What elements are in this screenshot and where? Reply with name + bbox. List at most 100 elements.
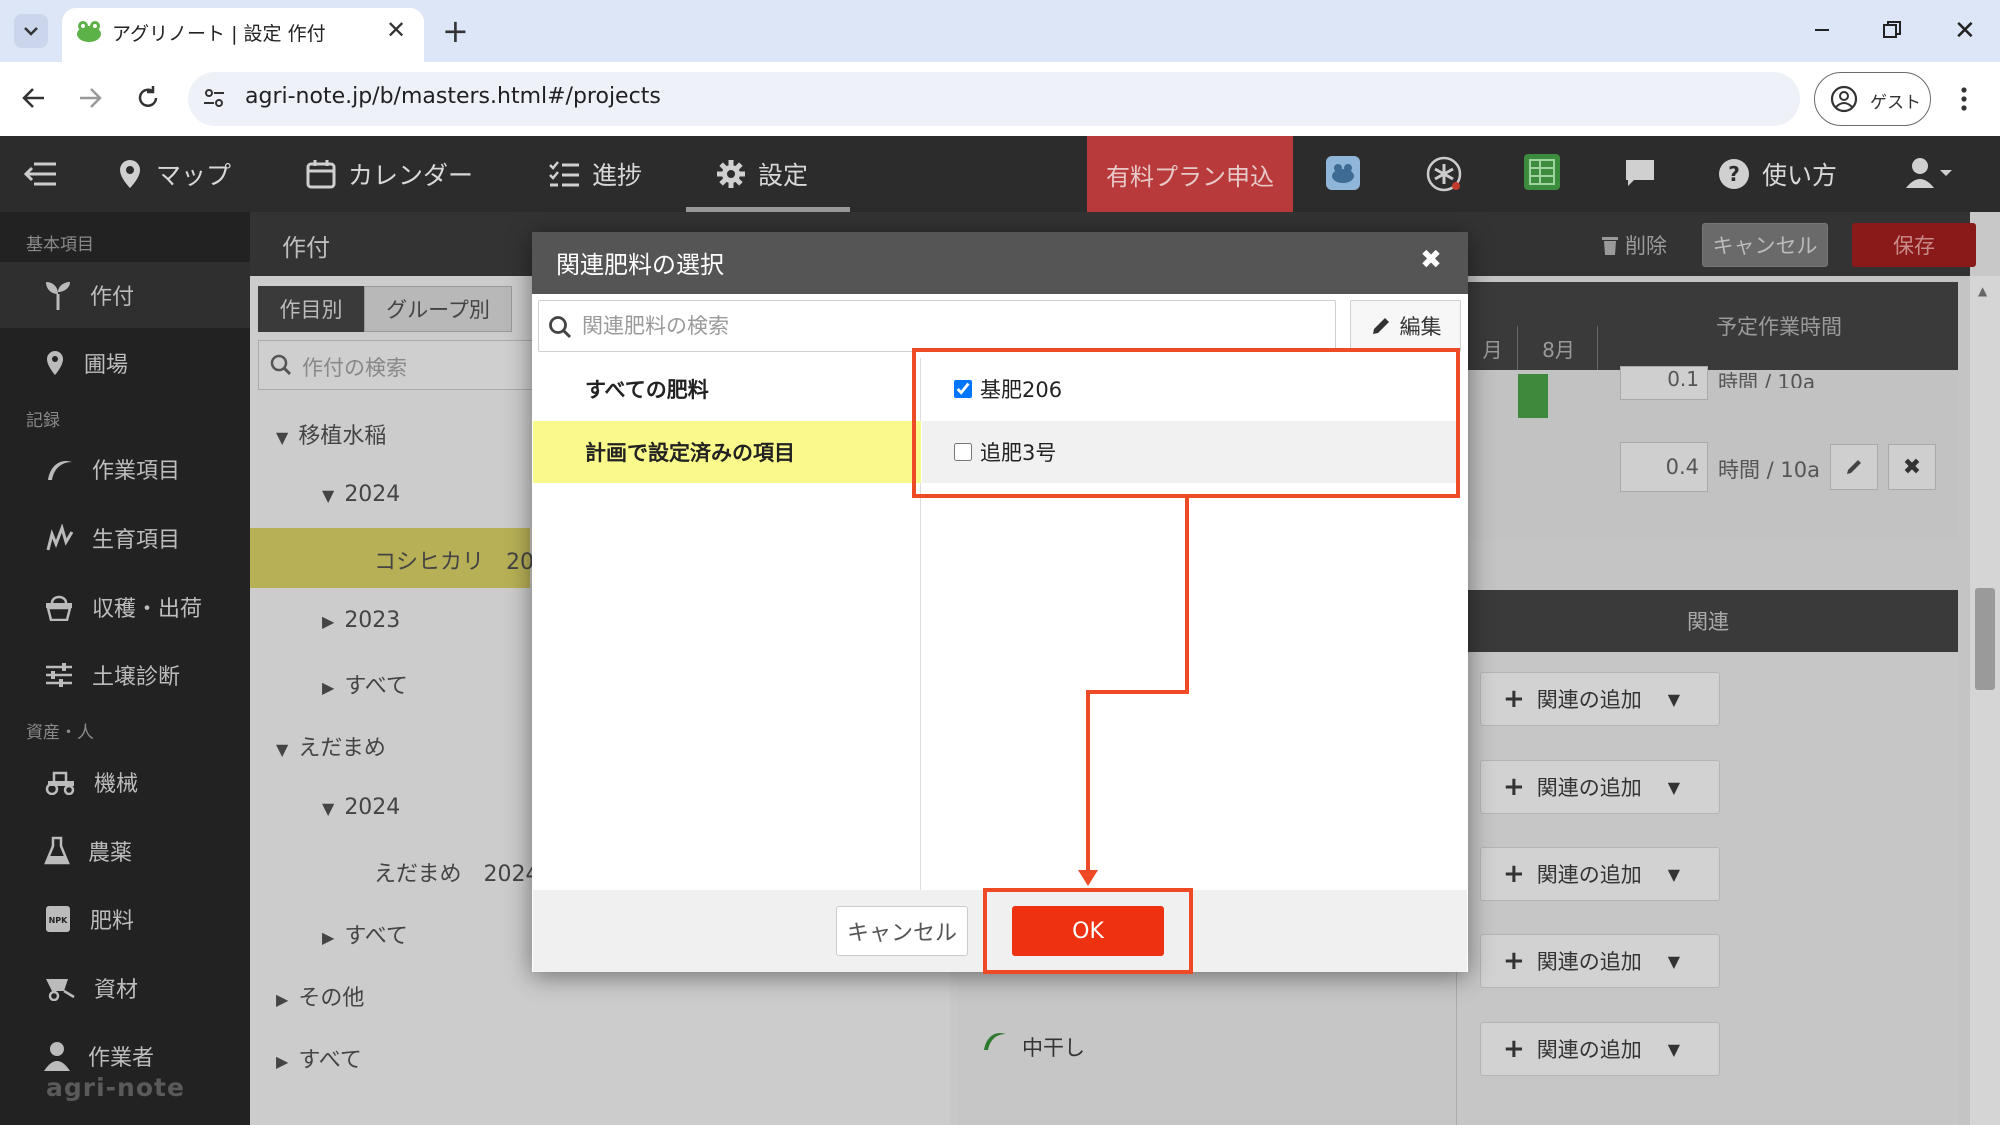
map-pin-icon <box>47 351 63 375</box>
reload-icon[interactable] <box>134 84 162 112</box>
sidebar-item-material-label: 資材 <box>94 978 139 1003</box>
sidebar-section-basic: 基本項目 <box>26 235 94 255</box>
crop-search-placeholder: 作付の検索 <box>302 356 407 380</box>
sickle-icon <box>980 1028 1008 1052</box>
basket-icon <box>46 595 72 621</box>
trash-icon <box>1602 237 1618 255</box>
month-partial-header: 月 <box>1468 326 1518 370</box>
sickle-icon <box>48 460 72 480</box>
delete-label: 削除 <box>1625 234 1667 258</box>
time-input-2[interactable]: 0.4 <box>1620 442 1708 492</box>
annotation-highlight-options <box>912 348 1460 498</box>
app-navbar <box>0 136 2000 212</box>
edit-button[interactable]: 編集 <box>1350 300 1461 352</box>
fertilizer-search-input[interactable] <box>582 304 1322 348</box>
sidebar-item-harvest[interactable]: 収穫・出荷 <box>0 574 250 640</box>
nav-progress-label: 進捗 <box>592 161 643 190</box>
category-all-fertilizers[interactable]: すべての肥料 <box>533 358 921 420</box>
tractor-icon <box>45 771 75 795</box>
sidebar-item-work[interactable]: 作業項目 <box>0 436 250 502</box>
brand-logo: agri-note <box>46 1073 185 1102</box>
scroll-up-arrow[interactable]: ▲ <box>1978 284 1987 298</box>
scrollbar-thumb[interactable] <box>1975 588 1995 690</box>
sidebar-toggle-icon[interactable] <box>24 160 58 188</box>
annotation-highlight-ok <box>983 888 1193 974</box>
map-pin-icon <box>120 160 140 188</box>
menu-kebab-icon[interactable] <box>1960 86 1968 112</box>
new-tab-button[interactable]: + <box>442 12 469 50</box>
tree-row[interactable]: ▼ 移植水稲 <box>276 418 386 450</box>
tab-by-crop[interactable]: 作目別 <box>258 286 364 332</box>
sidebar-item-crop[interactable]: 作付 <box>0 262 250 328</box>
page-scrollbar[interactable] <box>1970 276 2000 1125</box>
tree-row[interactable]: えだまめ 2024 <box>374 856 540 888</box>
svg-text:NPK: NPK <box>49 916 69 925</box>
nav-help[interactable]: ? 使い方 <box>1718 136 1837 212</box>
forward-icon[interactable] <box>76 84 104 112</box>
tab-by-group[interactable]: グループ別 <box>364 286 512 332</box>
tab-search-button[interactable] <box>14 14 48 48</box>
tab-title: アグリノート | 設定 作付 <box>112 23 326 45</box>
add-relation-button[interactable]: + 関連の追加 ▼ <box>1480 847 1720 901</box>
add-relation-button[interactable]: + 関連の追加 ▼ <box>1480 672 1720 726</box>
spreadsheet-app-icon[interactable] <box>1524 154 1560 190</box>
sidebar-item-soil[interactable]: 土壌診断 <box>0 642 250 708</box>
remove-time-button[interactable]: ✖ <box>1888 444 1936 490</box>
asterisk-app-icon[interactable] <box>1424 154 1464 194</box>
header-cancel-button[interactable]: キャンセル <box>1702 223 1828 267</box>
nav-map[interactable]: マップ <box>116 136 231 212</box>
header-save-button[interactable]: 保存 <box>1852 223 1976 267</box>
sidebar-item-material[interactable]: 資材 <box>0 955 250 1021</box>
add-relation-button[interactable]: + 関連の追加 ▼ <box>1480 934 1720 988</box>
add-relation-button[interactable]: + 関連の追加 ▼ <box>1480 760 1720 814</box>
edit-time-button[interactable] <box>1830 444 1878 490</box>
tree-row[interactable]: ▶ すべて <box>322 918 408 950</box>
sidebar-item-field[interactable]: 圃場 <box>0 330 250 396</box>
sidebar-section-record: 記録 <box>26 411 60 431</box>
add-relation-button[interactable]: + 関連の追加 ▼ <box>1480 1022 1720 1076</box>
sidebar-item-work-label: 作業項目 <box>92 459 181 484</box>
sidebar-item-machine[interactable]: 機械 <box>0 749 250 815</box>
delete-button[interactable]: 削除 <box>1594 224 1674 266</box>
work-item-name: 中干し <box>1022 1036 1085 1060</box>
close-icon[interactable]: ✖ <box>1416 245 1446 275</box>
sidebar-item-growth[interactable]: 生育項目 <box>0 505 250 571</box>
nav-settings[interactable]: 設定 <box>716 136 808 212</box>
restore-button[interactable] <box>1882 20 1902 40</box>
site-settings-icon[interactable] <box>202 86 226 110</box>
cancel-button[interactable]: キャンセル <box>836 906 968 956</box>
tree-row[interactable]: ▶ すべて <box>276 1042 362 1074</box>
time-input-1[interactable]: 0.1 <box>1620 366 1708 400</box>
close-window-button[interactable]: ✕ <box>1954 16 1976 46</box>
sidebar-item-harvest-label: 収穫・出荷 <box>92 597 203 622</box>
user-menu-icon[interactable] <box>1906 156 1954 190</box>
tree-row[interactable]: ▼ えだまめ <box>276 730 386 762</box>
frog-favicon-icon <box>76 20 102 42</box>
category-planned-items[interactable]: 計画で設定済みの項目 <box>533 421 921 483</box>
tree-row[interactable]: ▶ 2023 <box>322 608 400 633</box>
sidebar-item-fertilizer[interactable]: NPK 肥料 <box>0 886 250 952</box>
checklist-icon <box>549 161 579 187</box>
chevron-down-icon <box>24 27 38 36</box>
annotation-arrow <box>1078 498 1189 886</box>
edit-button-label: 編集 <box>1399 315 1442 339</box>
url-text: agri-note.jp/b/masters.html#/projects <box>245 84 661 109</box>
tree-row[interactable]: ▼ 2024 <box>322 795 400 820</box>
mgr-app-icon[interactable] <box>1326 156 1360 190</box>
calendar-icon <box>306 160 336 189</box>
paid-plan-button[interactable]: 有料プラン申込 <box>1087 136 1293 212</box>
tree-row[interactable]: ▶ すべて <box>322 668 408 700</box>
tree-row-selected[interactable]: コシヒカリ 20 <box>374 544 534 576</box>
back-icon[interactable] <box>20 84 48 112</box>
tab-close-icon[interactable]: ✕ <box>386 16 406 44</box>
tree-row[interactable]: ▶ その他 <box>276 980 364 1012</box>
tree-row[interactable]: ▼ 2024 <box>322 482 400 507</box>
sidebar-item-worker-label: 作業者 <box>88 1046 155 1071</box>
nav-progress[interactable]: 進捗 <box>548 136 642 212</box>
sidebar-item-fertilizer-label: 肥料 <box>90 909 135 934</box>
minimize-button[interactable] <box>1812 14 1832 34</box>
chat-icon[interactable] <box>1624 158 1656 188</box>
nav-calendar[interactable]: カレンダー <box>306 136 473 212</box>
sidebar-item-pesticide[interactable]: 農薬 <box>0 818 250 884</box>
month-aug-header: 8月 <box>1520 326 1598 370</box>
